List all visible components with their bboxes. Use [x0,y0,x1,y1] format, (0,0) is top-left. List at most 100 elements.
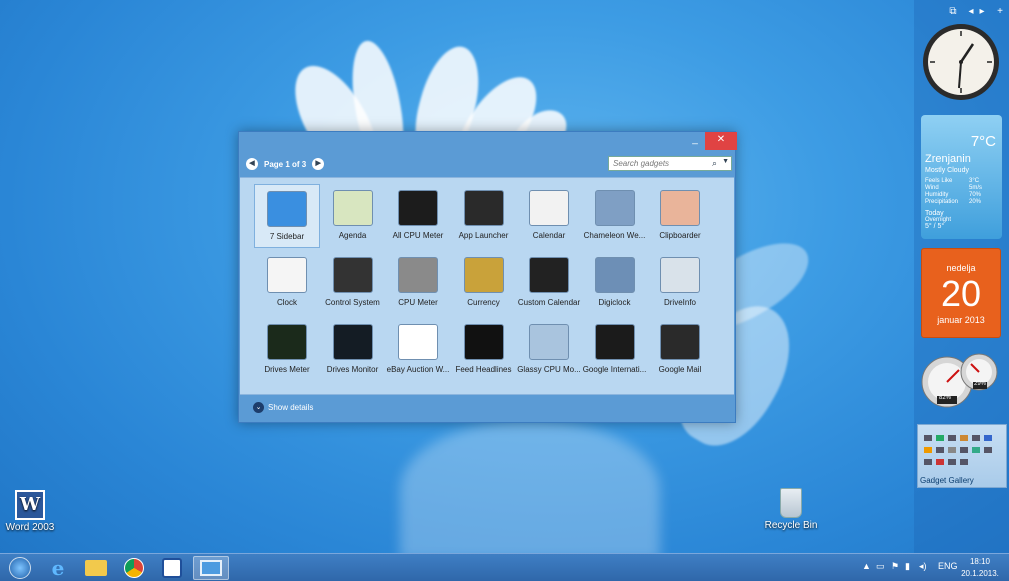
start-button[interactable] [2,556,38,580]
weather-temp: 7°C [970,133,996,150]
search-input[interactable]: Search gadgets ⌕ ▼ [608,156,732,171]
gadget-item[interactable]: DriveInfo [647,251,713,315]
gadget-item[interactable]: 7 Sidebar [254,184,320,248]
gadget-item[interactable]: eBay Auction W... [385,318,451,382]
gadget-item[interactable]: Control System [320,251,386,315]
gadget-label: Agenda [338,231,367,240]
volume-icon[interactable]: ◂) [919,561,927,572]
gadget-item[interactable]: Google Internati... [582,318,648,382]
chevron-down-icon: ⌄ [253,402,264,413]
taskbar-chrome[interactable] [116,556,152,580]
cpu-value: 82% [939,395,952,401]
gadget-item[interactable]: Agenda [320,184,386,248]
gadget-item[interactable]: Glassy CPU Mo... [516,318,582,382]
gadget-label: CPU Meter [398,298,438,307]
calendar-gadget[interactable]: nedelja 20 januar 2013 [921,248,1001,338]
gadget-gallery-tile[interactable]: Gadget Gallery [917,424,1007,488]
weather-row: Humidity 70% [925,192,982,198]
gadget-thumbnail-icon [529,190,569,226]
gadget-thumbnail-icon [529,324,569,360]
gadget-thumbnail-icon [463,257,504,293]
clock-date: 20.1.2013. [961,569,999,578]
message-icon[interactable]: ▭ [876,561,885,572]
taskbar-gadgets[interactable] [193,556,229,580]
gadget-label: Custom Calendar [517,298,581,307]
gadget-thumbnail-icon [529,257,569,293]
gadget-item[interactable]: Custom Calendar [516,251,582,315]
media-icon [162,558,182,578]
weather-today: Today Overnight 5° / 5° [925,210,952,230]
show-details-label: Show details [268,403,314,412]
gadget-thumbnail-icon [660,190,700,226]
gadget-thumbnail-icon [398,190,438,226]
weather-gadget[interactable]: 7°C Zrenjanin Mostly Cloudy Feels Like 3°… [921,115,1002,239]
desktop-icon-recycle-bin[interactable]: Recycle Bin [760,488,822,531]
gadget-item[interactable]: Drives Meter [254,318,320,382]
gadget-item[interactable]: Google Mail [647,318,713,382]
search-placeholder: Search gadgets [613,159,670,168]
taskbar: e ▲ ▭ ⚑ ▮ ◂) ENG 18:10 20.1.2013. [0,553,1009,581]
cpu-meter-gadget[interactable]: 82% 29% [919,350,1004,412]
gadget-label: Glassy CPU Mo... [517,365,581,374]
weather-row: Feels Like 3°C [925,178,980,184]
gadget-thumbnail-icon [594,257,635,293]
gadget-item[interactable]: Calendar [516,184,582,248]
network-icon[interactable]: ▮ [905,561,910,572]
sidebar-copy-icon[interactable]: ⧉ [948,6,958,17]
gadget-label: Feed Headlines [455,365,512,374]
gadget-thumbnail-icon [594,190,635,226]
gadget-thumbnail-icon [594,324,635,360]
cpu-gauge-icon [921,353,998,408]
gadget-item[interactable]: Chameleon We... [582,184,648,248]
gadget-label: Google Mail [658,365,702,374]
gadget-thumbnail-icon [660,257,700,293]
sidebar-prev-icon[interactable]: ◂ [966,6,976,17]
flag-icon[interactable]: ⚑ [891,561,899,572]
gadget-thumbnail-icon [463,190,504,226]
prev-page-button[interactable]: ◀ [246,158,258,170]
gadget-item[interactable]: Clipboarder [647,184,713,248]
gadgets-icon [200,560,222,576]
taskbar-clock[interactable]: 18:10 20.1.2013. [960,556,1000,580]
next-page-button[interactable]: ▶ [312,158,325,170]
clock-gadget[interactable] [921,22,1001,102]
weather-row: Wind 5m/s [925,185,983,191]
taskbar-explorer[interactable] [78,556,114,580]
weather-row: Precipitation 20% [925,199,982,205]
gadget-thumbnail-icon [267,191,307,227]
gadget-item[interactable]: Digiclock [582,251,648,315]
gadget-item[interactable]: All CPU Meter [385,184,451,248]
taskbar-media[interactable] [154,556,190,580]
calendar-num: 20 [940,273,982,314]
word-icon: W [15,490,45,520]
gadget-thumbnail-icon [332,257,373,293]
chevron-down-icon[interactable]: ▼ [722,158,729,165]
gadget-thumbnail-icon [398,324,438,360]
gadget-item[interactable]: Currency [451,251,517,315]
language-indicator[interactable]: ENG [938,561,958,571]
gadget-label: DriveInfo [663,298,696,307]
gadget-thumbnail-icon [267,324,307,360]
folder-icon [85,560,107,576]
gadget-item[interactable]: Drives Monitor [320,318,386,382]
gadget-label: Control System [325,298,380,307]
show-hidden-icons-icon[interactable]: ▲ [862,561,871,571]
gadget-grid: 7 Sidebar Agenda All CPU Meter App Launcher… [240,177,734,395]
minimize-button[interactable]: _ [687,132,703,150]
gadget-item[interactable]: Clock [254,251,320,315]
desktop-icon-word[interactable]: W Word 2003 [0,490,60,533]
gadget-item[interactable]: App Launcher [451,184,517,248]
sidebar-add-icon[interactable]: + [995,6,1005,17]
gadget-label: App Launcher [458,231,509,240]
show-details-button[interactable]: ⌄ Show details [253,402,313,413]
calendar-day: nedelja [946,263,976,273]
gadget-item[interactable]: CPU Meter [385,251,451,315]
gadget-thumbnail-icon [332,324,373,360]
gadget-gallery-window: _ ✕ ◀ Page 1 of 3 ▶ Search gadgets ⌕ ▼ 7… [238,131,737,423]
search-icon[interactable]: ⌕ [712,158,717,169]
gadget-item[interactable]: Feed Headlines [451,318,517,382]
page-label: Page 1 of 3 [264,159,307,169]
sidebar-next-icon[interactable]: ▸ [977,6,987,17]
taskbar-ie[interactable]: e [40,556,76,580]
close-button[interactable]: ✕ [705,132,737,150]
